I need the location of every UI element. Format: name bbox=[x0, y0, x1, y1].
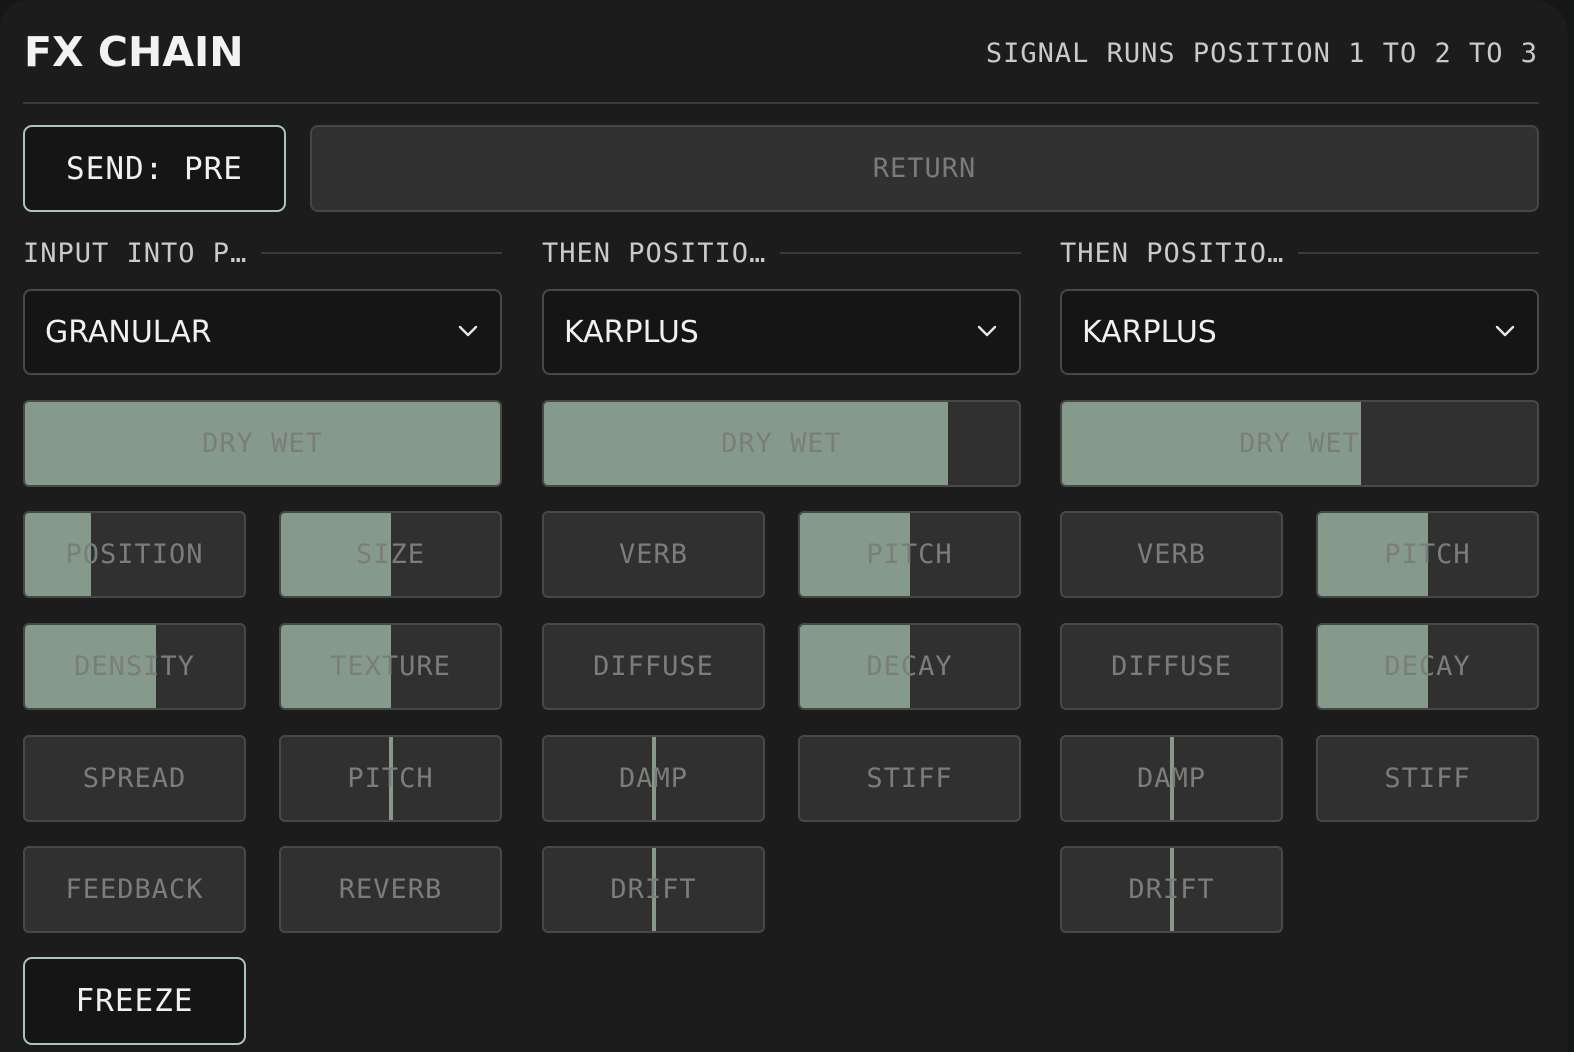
slot-header-label: INPUT INTO P… bbox=[23, 237, 248, 269]
signal-flow-caption: SIGNAL RUNS POSITION 1 TO 2 TO 3 bbox=[985, 38, 1538, 69]
slider-label: FEEDBACK bbox=[65, 874, 204, 905]
param-slider-damp[interactable]: DAMP bbox=[1060, 735, 1283, 822]
slider-label: DRIFT bbox=[610, 874, 697, 905]
slider-label: PITCH bbox=[347, 763, 434, 794]
param-slider-diffuse[interactable]: DIFFUSE bbox=[542, 623, 765, 710]
slot-header-rule bbox=[1298, 252, 1539, 254]
slider-label: DIFFUSE bbox=[1111, 651, 1232, 682]
drywet-slider[interactable]: DRY WET bbox=[23, 400, 502, 487]
slider-label: DAMP bbox=[1136, 763, 1207, 794]
slot-header: THEN POSITIO… bbox=[542, 236, 1021, 270]
slider-label: DECAY bbox=[1384, 651, 1471, 682]
param-slider-texture[interactable]: TEXTURE bbox=[279, 623, 502, 710]
param-slider-feedback[interactable]: FEEDBACK bbox=[23, 846, 246, 933]
param-slider-pitch[interactable]: PITCH bbox=[798, 511, 1021, 598]
slider-label: PITCH bbox=[866, 539, 953, 570]
slider-label: DRY WET bbox=[202, 428, 323, 459]
param-slider-verb[interactable]: VERB bbox=[1060, 511, 1283, 598]
slider-label: DIFFUSE bbox=[593, 651, 714, 682]
slider-label: PITCH bbox=[1384, 539, 1471, 570]
slider-label: DRIFT bbox=[1128, 874, 1215, 905]
freeze-button[interactable]: FREEZE bbox=[23, 957, 246, 1045]
slider-label: DRY WET bbox=[1239, 428, 1360, 459]
param-slider-pitch[interactable]: PITCH bbox=[1316, 511, 1539, 598]
param-slider-damp[interactable]: DAMP bbox=[542, 735, 765, 822]
param-slider-spread[interactable]: SPREAD bbox=[23, 735, 246, 822]
slot-header: THEN POSITIO… bbox=[1060, 236, 1539, 270]
param-slider-position[interactable]: POSITION bbox=[23, 511, 246, 598]
slot-header-rule bbox=[261, 252, 502, 254]
param-slider-stiff[interactable]: STIFF bbox=[1316, 735, 1539, 822]
param-slider-reverb[interactable]: REVERB bbox=[279, 846, 502, 933]
slider-label: SIZE bbox=[355, 539, 426, 570]
slider-label: SPREAD bbox=[82, 763, 187, 794]
engine-select-value: GRANULAR bbox=[45, 315, 212, 350]
slider-label: VERB bbox=[618, 539, 689, 570]
slot-header-label: THEN POSITIO… bbox=[542, 237, 767, 269]
slider-label: STIFF bbox=[866, 763, 953, 794]
drywet-slider[interactable]: DRY WET bbox=[1060, 400, 1539, 487]
slider-label: DAMP bbox=[618, 763, 689, 794]
param-slider-drift[interactable]: DRIFT bbox=[542, 846, 765, 933]
slider-label: DRY WET bbox=[721, 428, 842, 459]
param-slider-pitch[interactable]: PITCH bbox=[279, 735, 502, 822]
engine-select-value: KARPLUS bbox=[564, 315, 699, 350]
param-slider-decay[interactable]: DECAY bbox=[798, 623, 1021, 710]
header-divider bbox=[23, 102, 1539, 104]
slider-label: STIFF bbox=[1384, 763, 1471, 794]
param-slider-stiff[interactable]: STIFF bbox=[798, 735, 1021, 822]
slider-label: VERB bbox=[1136, 539, 1207, 570]
slider-label: DENSITY bbox=[74, 651, 195, 682]
send-mode-button[interactable]: SEND: PRE bbox=[23, 125, 286, 212]
chevron-down-icon bbox=[977, 325, 997, 337]
chevron-down-icon bbox=[458, 325, 478, 337]
slot-header-label: THEN POSITIO… bbox=[1060, 237, 1285, 269]
engine-select[interactable]: KARPLUS bbox=[542, 289, 1021, 375]
return-button[interactable]: RETURN bbox=[310, 125, 1539, 212]
param-slider-drift[interactable]: DRIFT bbox=[1060, 846, 1283, 933]
param-slider-size[interactable]: SIZE bbox=[279, 511, 502, 598]
slider-label: POSITION bbox=[65, 539, 204, 570]
param-slider-density[interactable]: DENSITY bbox=[23, 623, 246, 710]
param-slider-diffuse[interactable]: DIFFUSE bbox=[1060, 623, 1283, 710]
chevron-down-icon bbox=[1495, 325, 1515, 337]
param-slider-verb[interactable]: VERB bbox=[542, 511, 765, 598]
engine-select[interactable]: KARPLUS bbox=[1060, 289, 1539, 375]
drywet-slider[interactable]: DRY WET bbox=[542, 400, 1021, 487]
slider-label: TEXTURE bbox=[330, 651, 451, 682]
engine-select-value: KARPLUS bbox=[1082, 315, 1217, 350]
fx-chain-panel: FX CHAIN SIGNAL RUNS POSITION 1 TO 2 TO … bbox=[0, 0, 1568, 1052]
slider-label: REVERB bbox=[338, 874, 443, 905]
slot-header: INPUT INTO P… bbox=[23, 236, 502, 270]
slider-label: DECAY bbox=[866, 651, 953, 682]
page-title: FX CHAIN bbox=[24, 28, 244, 76]
engine-select[interactable]: GRANULAR bbox=[23, 289, 502, 375]
param-slider-decay[interactable]: DECAY bbox=[1316, 623, 1539, 710]
slot-header-rule bbox=[780, 252, 1021, 254]
